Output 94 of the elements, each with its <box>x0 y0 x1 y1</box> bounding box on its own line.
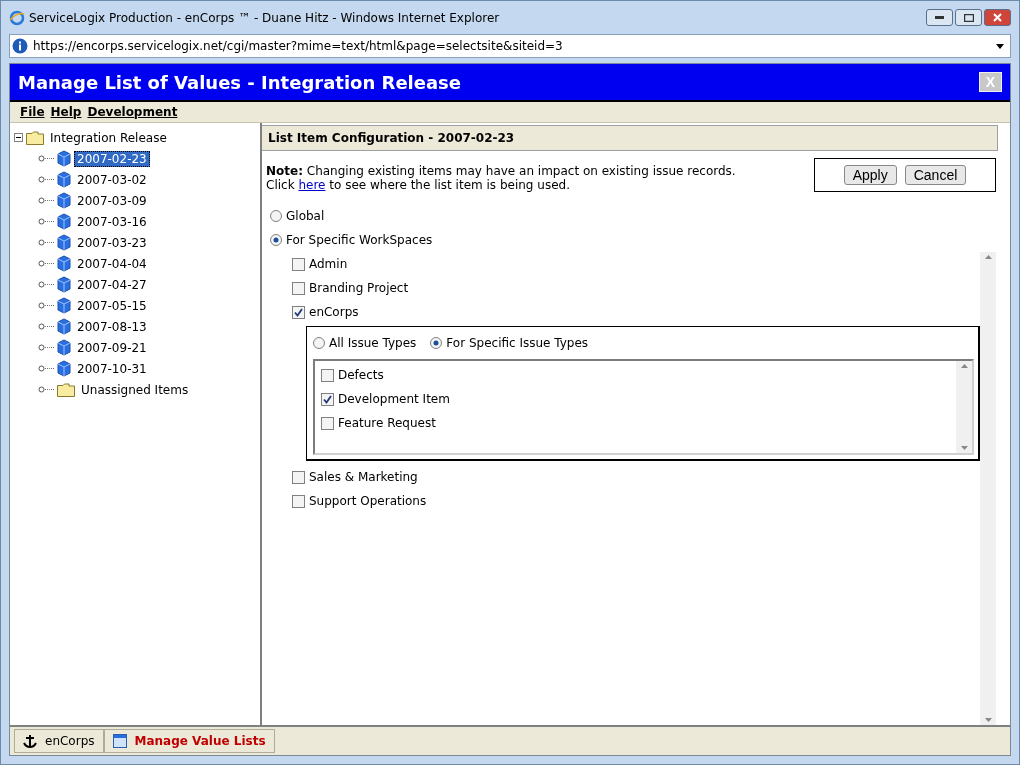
minimize-icon <box>935 16 944 19</box>
scroll-down-icon[interactable] <box>960 446 968 450</box>
info-icon <box>12 38 28 54</box>
cube-icon <box>57 276 71 293</box>
checkbox[interactable] <box>321 416 334 430</box>
radio-button[interactable] <box>270 210 282 222</box>
tree-item[interactable]: 2007-05-15 <box>74 297 150 314</box>
checkbox[interactable] <box>292 281 305 295</box>
checkbox[interactable] <box>292 305 305 319</box>
cube-icon <box>57 255 71 272</box>
scrollbar[interactable] <box>980 252 996 725</box>
checkbox[interactable] <box>321 368 334 382</box>
radio-label: For Specific WorkSpaces <box>286 233 433 247</box>
tree-item[interactable]: 2007-08-13 <box>74 318 150 335</box>
tree-connector-icon <box>38 281 54 288</box>
tree-connector-icon <box>38 155 54 162</box>
tree-item[interactable]: Integration Release <box>47 129 170 146</box>
tree-item[interactable]: 2007-02-23 <box>74 150 150 167</box>
checkbox[interactable] <box>292 494 305 508</box>
action-button[interactable]: Apply <box>843 165 897 185</box>
tree-item[interactable]: 2007-03-02 <box>74 171 150 188</box>
cube-icon <box>57 297 71 314</box>
cube-icon <box>57 360 71 377</box>
radio-button[interactable] <box>270 234 282 246</box>
tree-item[interactable]: Unassigned Items <box>78 381 192 398</box>
tree-connector-icon <box>38 323 54 330</box>
window-icon <box>112 734 127 748</box>
note-text: Note: Changing existing items may have an impact on existing issue records. <box>266 164 736 178</box>
checkbox[interactable] <box>292 470 305 484</box>
checkbox-label: Admin <box>309 257 348 271</box>
window-title: ServiceLogix Production - enCorps ™ - Duane Hitz - Windows Internet Explorer <box>29 10 501 25</box>
close-button[interactable] <box>984 9 1011 26</box>
close-icon <box>993 13 1002 22</box>
checkbox[interactable] <box>292 257 305 271</box>
app-title: Manage List of Values - Integration Release <box>18 71 462 93</box>
folder-icon <box>26 130 44 145</box>
address-bar[interactable]: https://encorps.servicelogix.net/cgi/master?mime=text/html&page=selectsite&siteid=3 <box>9 34 1011 58</box>
folder-icon <box>57 382 75 397</box>
radio-label: For Specific Issue Types <box>446 336 589 350</box>
tree-connector-icon <box>38 386 54 393</box>
panel-title: List Item Configuration - 2007-02-23 <box>262 125 998 151</box>
cube-icon <box>57 318 71 335</box>
radio-label: All Issue Types <box>329 336 417 350</box>
tree-connector-icon <box>38 197 54 204</box>
tree-item[interactable]: 2007-04-27 <box>74 276 150 293</box>
tree-connector-icon <box>38 239 54 246</box>
taskbar-tab[interactable]: Manage Value Lists <box>103 729 275 753</box>
tree-connector-icon <box>38 176 54 183</box>
cube-icon <box>57 192 71 209</box>
checkbox-label: Branding Project <box>309 281 409 295</box>
checkbox-label: Sales & Marketing <box>309 470 418 484</box>
checkbox-label: Feature Request <box>338 416 436 430</box>
scroll-up-icon[interactable] <box>960 364 968 368</box>
collapse-icon[interactable] <box>14 133 23 142</box>
taskbar-tab[interactable]: enCorps <box>14 729 104 753</box>
maximize-icon <box>963 13 974 22</box>
tree-connector-icon <box>38 218 54 225</box>
note-text: Click here to see where the list item is being used. <box>266 178 571 192</box>
checkbox[interactable] <box>321 392 334 406</box>
radio-label: Global <box>286 209 325 223</box>
menu-item[interactable]: Development <box>87 105 178 119</box>
scroll-down-icon[interactable] <box>984 718 992 722</box>
cube-icon <box>57 339 71 356</box>
cube-icon <box>57 234 71 251</box>
tree-connector-icon <box>38 260 54 267</box>
cube-icon <box>57 150 71 167</box>
tree-connector-icon <box>38 365 54 372</box>
tree-item[interactable]: 2007-04-04 <box>74 255 150 272</box>
action-button[interactable]: Cancel <box>904 165 967 185</box>
maximize-button[interactable] <box>955 9 982 26</box>
menu-item[interactable]: File <box>20 105 45 119</box>
tree-item[interactable]: 2007-03-09 <box>74 192 150 209</box>
scrollbar[interactable] <box>956 361 972 453</box>
dropdown-caret-icon[interactable] <box>996 43 1004 49</box>
checkbox-label: Support Operations <box>309 494 427 508</box>
anchor-icon <box>23 734 37 748</box>
checkbox-label: Development Item <box>338 392 450 406</box>
here-link[interactable]: here <box>298 178 326 192</box>
tree-connector-icon <box>38 344 54 351</box>
scroll-up-icon[interactable] <box>984 255 992 259</box>
radio-button[interactable] <box>313 337 325 349</box>
minimize-button[interactable] <box>926 9 953 26</box>
menu-item[interactable]: Help <box>50 105 82 119</box>
checkbox-label: Defects <box>338 368 384 382</box>
tree-item[interactable]: 2007-03-23 <box>74 234 150 251</box>
radio-button[interactable] <box>430 337 443 349</box>
tree-connector-icon <box>38 302 54 309</box>
tree-item[interactable]: 2007-03-16 <box>74 213 150 230</box>
tree-item[interactable]: 2007-09-21 <box>74 339 150 356</box>
cube-icon <box>57 171 71 188</box>
cube-icon <box>57 213 71 230</box>
checkbox-label: enCorps <box>309 305 359 319</box>
tree-item[interactable]: 2007-10-31 <box>74 360 150 377</box>
browser-logo-icon <box>9 9 25 26</box>
